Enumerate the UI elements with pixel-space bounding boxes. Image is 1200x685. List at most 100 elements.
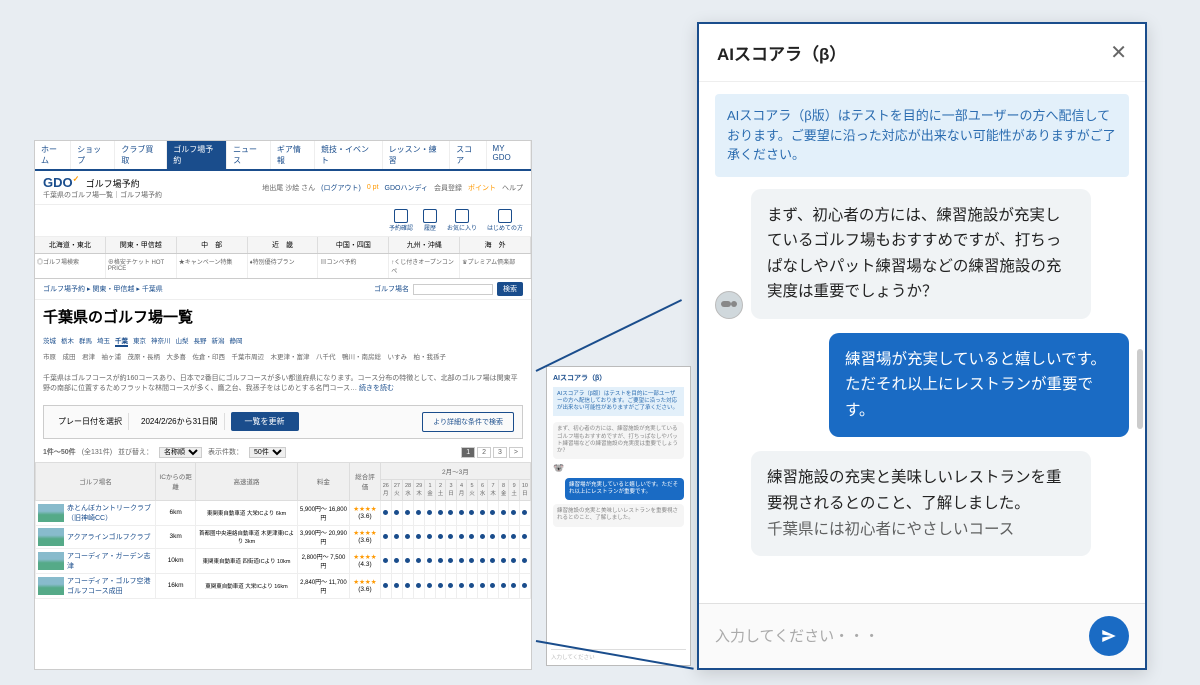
- area-tab[interactable]: 静岡: [230, 335, 243, 347]
- availability-dot[interactable]: [383, 558, 388, 563]
- area-tab[interactable]: 千葉: [115, 335, 128, 347]
- availability-dot[interactable]: [459, 534, 464, 539]
- course-name[interactable]: アクアラインゴルフクラブ: [67, 532, 151, 542]
- availability-dot[interactable]: [438, 510, 443, 515]
- chat-input[interactable]: [715, 628, 1079, 645]
- handy[interactable]: GDOハンディ: [385, 183, 428, 193]
- availability-dot[interactable]: [459, 510, 464, 515]
- availability-dot[interactable]: [427, 558, 432, 563]
- read-more-link[interactable]: 続きを読む: [359, 385, 394, 392]
- sort-select[interactable]: 名称順: [159, 447, 202, 458]
- logout-link[interactable]: (ログアウト): [321, 183, 361, 193]
- page-link[interactable]: 1: [461, 447, 475, 458]
- page-link[interactable]: 2: [477, 447, 491, 458]
- promo-link[interactable]: ⊕格安チケット HOT PRICE: [106, 254, 177, 278]
- availability-dot[interactable]: [480, 534, 485, 539]
- availability-dot[interactable]: [438, 534, 443, 539]
- availability-dot[interactable]: [480, 583, 485, 588]
- availability-dot[interactable]: [459, 558, 464, 563]
- availability-dot[interactable]: [427, 510, 432, 515]
- availability-dot[interactable]: [511, 558, 516, 563]
- availability-dot[interactable]: [448, 510, 453, 515]
- area-tab[interactable]: 東京: [133, 335, 146, 347]
- availability-dot[interactable]: [511, 583, 516, 588]
- availability-dot[interactable]: [416, 558, 421, 563]
- nav-item[interactable]: ホーム: [35, 141, 71, 169]
- region-tab[interactable]: 九州・沖縄: [389, 237, 460, 253]
- table-row[interactable]: アコーディア・ガーデン志津10km東関東自動車道 四街道ICより 10km2,8…: [36, 548, 531, 573]
- area-tab[interactable]: 群馬: [79, 335, 92, 347]
- nav-item[interactable]: レッスン・練習: [383, 141, 451, 169]
- nav-item[interactable]: ニュース: [227, 141, 271, 169]
- detailed-search-button[interactable]: より詳細な条件で検索: [422, 412, 514, 432]
- availability-dot[interactable]: [501, 510, 506, 515]
- page-link[interactable]: 3: [493, 447, 507, 458]
- availability-dot[interactable]: [490, 510, 495, 515]
- perpage-select[interactable]: 50件: [249, 447, 286, 458]
- date-range-value[interactable]: 2024/2/26から31日間: [135, 413, 225, 430]
- help-link[interactable]: ヘルプ: [502, 183, 523, 193]
- header-icon[interactable]: 予約確認: [389, 209, 413, 232]
- area-tab[interactable]: 山梨: [176, 335, 189, 347]
- table-row[interactable]: アクアラインゴルフクラブ3km首都圏中央連絡自動車道 木更津東ICより 3km3…: [36, 525, 531, 548]
- header-icon[interactable]: お気に入り: [447, 209, 477, 232]
- scrollbar[interactable]: [1137, 349, 1143, 429]
- region-tab[interactable]: 中国・四国: [318, 237, 389, 253]
- availability-dot[interactable]: [448, 583, 453, 588]
- member-reg[interactable]: 会員登録: [434, 183, 462, 193]
- availability-dot[interactable]: [383, 583, 388, 588]
- course-name[interactable]: アコーディア・ガーデン志津: [67, 551, 153, 571]
- availability-dot[interactable]: [511, 510, 516, 515]
- availability-dot[interactable]: [394, 583, 399, 588]
- breadcrumb-item[interactable]: ゴルフ場予約: [43, 286, 85, 293]
- availability-dot[interactable]: [405, 583, 410, 588]
- availability-dot[interactable]: [438, 558, 443, 563]
- availability-dot[interactable]: [522, 510, 527, 515]
- promo-link[interactable]: ↑くじ付きオープンコンペ: [389, 254, 460, 278]
- availability-dot[interactable]: [405, 558, 410, 563]
- region-tab[interactable]: 関東・甲信越: [106, 237, 177, 253]
- availability-dot[interactable]: [448, 534, 453, 539]
- search-button[interactable]: 検索: [497, 282, 523, 296]
- region-tab[interactable]: 海 外: [460, 237, 531, 253]
- availability-dot[interactable]: [383, 534, 388, 539]
- availability-dot[interactable]: [438, 583, 443, 588]
- nav-item[interactable]: ショップ: [71, 141, 115, 169]
- availability-dot[interactable]: [501, 558, 506, 563]
- availability-dot[interactable]: [416, 510, 421, 515]
- availability-dot[interactable]: [416, 534, 421, 539]
- breadcrumb-item[interactable]: 千葉県: [142, 286, 163, 293]
- points-link[interactable]: ポイント: [468, 183, 496, 193]
- send-button[interactable]: [1089, 616, 1129, 656]
- availability-dot[interactable]: [459, 583, 464, 588]
- promo-link[interactable]: ♛プレミアム倶楽部: [460, 254, 531, 278]
- area-tab[interactable]: 埼玉: [97, 335, 110, 347]
- table-row[interactable]: アコーディア・ゴルフ空港ゴルフコース成田16km東関東自動車道 大栄ICより 1…: [36, 573, 531, 598]
- availability-dot[interactable]: [480, 510, 485, 515]
- area-tab[interactable]: 新潟: [212, 335, 225, 347]
- availability-dot[interactable]: [405, 534, 410, 539]
- availability-dot[interactable]: [394, 510, 399, 515]
- availability-dot[interactable]: [405, 510, 410, 515]
- date-select-label[interactable]: プレー日付を選択: [52, 413, 129, 430]
- area-tab[interactable]: 栃木: [61, 335, 74, 347]
- availability-dot[interactable]: [501, 534, 506, 539]
- availability-dot[interactable]: [522, 583, 527, 588]
- nav-item[interactable]: 競技・イベント: [315, 141, 383, 169]
- availability-dot[interactable]: [480, 558, 485, 563]
- availability-dot[interactable]: [469, 583, 474, 588]
- area-tab[interactable]: 神奈川: [151, 335, 171, 347]
- region-tab[interactable]: 中 部: [177, 237, 248, 253]
- availability-dot[interactable]: [383, 510, 388, 515]
- availability-dot[interactable]: [522, 534, 527, 539]
- nav-item[interactable]: クラブ買取: [115, 141, 167, 169]
- course-name[interactable]: アコーディア・ゴルフ空港ゴルフコース成田: [67, 576, 153, 596]
- availability-dot[interactable]: [469, 510, 474, 515]
- availability-dot[interactable]: [490, 558, 495, 563]
- nav-item[interactable]: MY GDO: [487, 141, 531, 169]
- table-row[interactable]: 赤とんぼカントリークラブ（旧神崎CC）6km東関東自動車道 大栄ICより 6km…: [36, 500, 531, 525]
- nav-item[interactable]: ギア情報: [271, 141, 315, 169]
- availability-dot[interactable]: [469, 558, 474, 563]
- sub-area-links[interactable]: 市原 成田 君津 袖ヶ浦 茂原・長柄 大多喜 佐倉・印西 千葉市周辺 木更津・富…: [35, 349, 531, 367]
- promo-link[interactable]: ◎ゴルフ場検索: [35, 254, 106, 278]
